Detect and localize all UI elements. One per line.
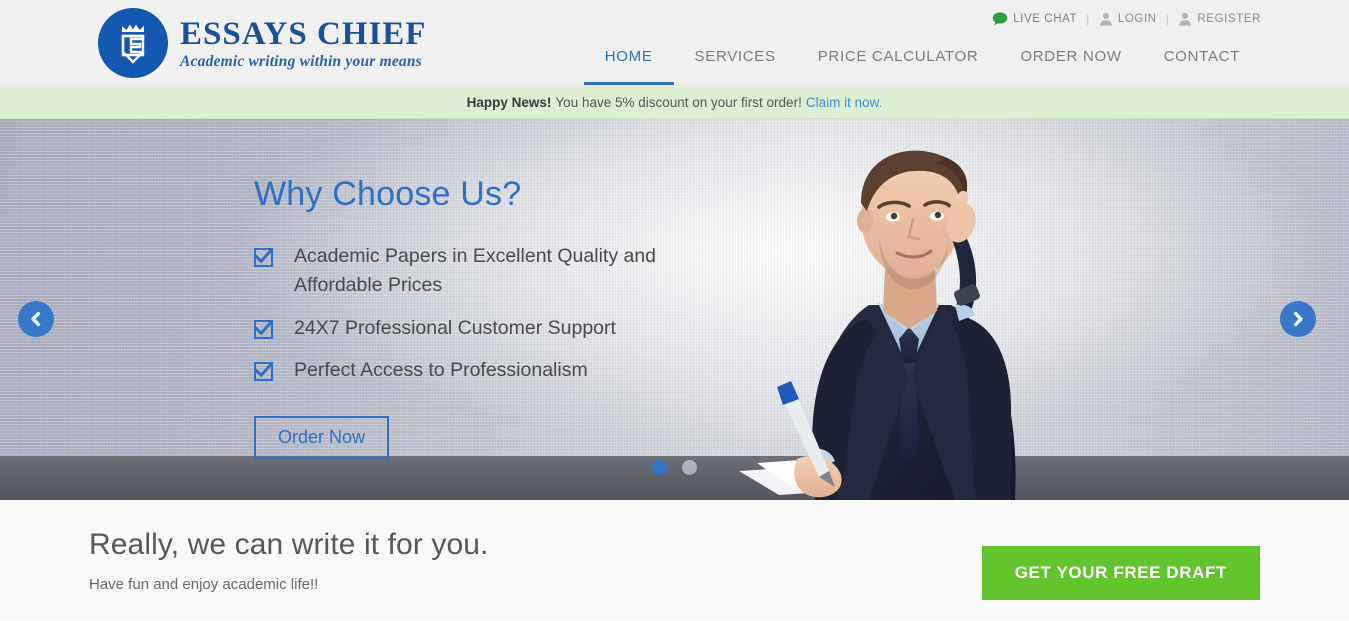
hero-carousel: Why Choose Us? Academic Papers in Excell… (0, 119, 1349, 500)
utility-label-live-chat: LIVE CHAT (1013, 13, 1078, 25)
cta-text-block: Really, we can write it for you. Have fu… (89, 528, 488, 593)
get-free-draft-button[interactable]: GET YOUR FREE DRAFT (981, 546, 1260, 600)
hero-benefit-list: Academic Papers in Excellent Quality and… (254, 242, 714, 385)
nav-item-order-now[interactable]: ORDER NOW (999, 48, 1142, 85)
announcement-bold-text: Happy News! (466, 95, 552, 110)
brand-tagline: Academic writing within your means (180, 52, 422, 70)
utility-nav: LIVE CHAT | LOGIN | REGISTER (992, 12, 1261, 26)
nav-item-price-calculator[interactable]: PRICE CALCULATOR (797, 48, 1000, 85)
announcement-claim-link[interactable]: Claim it now. (806, 95, 883, 110)
cta-title: Really, we can write it for you. (89, 528, 489, 561)
carousel-pagination (0, 460, 1349, 475)
crown-shield-logo-icon (98, 8, 168, 78)
cta-section: Really, we can write it for you. Have fu… (0, 500, 1349, 620)
hero-benefit-item-3: Perfect Access to Professionalism (254, 356, 714, 385)
utility-item-register[interactable]: REGISTER (1178, 12, 1261, 26)
checkmark-icon (254, 248, 273, 267)
utility-separator-2: | (1165, 12, 1170, 26)
announcement-message: You have 5% discount on your first order… (555, 95, 802, 110)
site-logo[interactable]: ESSAYS CHIEF Academic writing within you… (98, 8, 426, 78)
hero-benefit-label-1: Academic Papers in Excellent Quality and… (294, 245, 657, 297)
hero-benefit-label-2: 24X7 Professional Customer Support (294, 316, 616, 339)
carousel-prev-button[interactable] (18, 301, 54, 337)
nav-item-home[interactable]: HOME (583, 48, 674, 85)
brand-name: ESSAYS CHIEF (180, 16, 427, 53)
user-icon-2 (1178, 12, 1192, 26)
utility-item-live-chat[interactable]: LIVE CHAT (992, 12, 1077, 26)
hero-benefit-item-2: 24X7 Professional Customer Support (254, 314, 714, 343)
hero-image-businessman (719, 119, 1099, 500)
utility-item-login[interactable]: LOGIN (1099, 12, 1157, 26)
cta-subtitle: Have fun and enjoy academic life!! (89, 576, 319, 593)
checkmark-icon-2 (254, 319, 273, 339)
utility-label-login: LOGIN (1117, 13, 1157, 25)
announcement-bar: Happy News! You have 5% discount on your… (0, 86, 1349, 119)
chevron-left-icon (28, 311, 44, 327)
main-navigation: HOME SERVICES PRICE CALCULATOR ORDER NOW… (583, 48, 1261, 85)
speech-bubble-icon (992, 12, 1008, 26)
carousel-dot-1[interactable] (652, 460, 667, 475)
carousel-next-button[interactable] (1280, 301, 1316, 337)
site-header: ESSAYS CHIEF Academic writing within you… (0, 0, 1349, 86)
chevron-right-icon (1290, 311, 1306, 327)
order-now-button[interactable]: Order Now (254, 416, 390, 459)
hero-benefit-item-1: Academic Papers in Excellent Quality and… (254, 242, 714, 301)
utility-separator: | (1086, 12, 1090, 26)
page-root: ESSAYS CHIEF Academic writing within you… (0, 0, 1349, 621)
hero-title: Why Choose Us? (254, 175, 522, 213)
nav-item-contact[interactable]: CONTACT (1143, 48, 1261, 85)
checkmark-icon-3 (254, 361, 273, 381)
logo-text-block: ESSAYS CHIEF Academic writing within you… (180, 15, 426, 71)
nav-item-services[interactable]: SERVICES (674, 48, 797, 85)
user-icon (1099, 12, 1113, 26)
hero-benefit-label-3: Perfect Access to Professionalism (294, 358, 588, 381)
carousel-dot-2[interactable] (682, 460, 697, 475)
hero-copy: Why Choose Us? Academic Papers in Excell… (254, 175, 714, 459)
utility-label-register: REGISTER (1197, 13, 1261, 25)
